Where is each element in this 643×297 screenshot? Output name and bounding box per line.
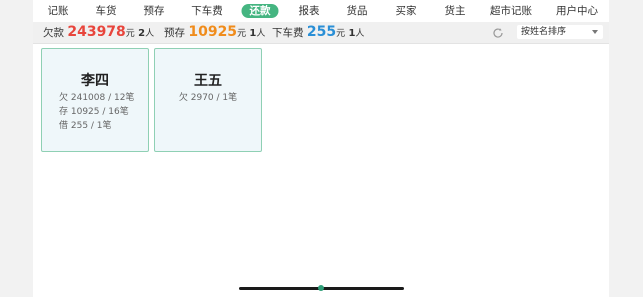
tab-huozhu[interactable]: 货主 <box>445 4 466 18</box>
refresh-icon[interactable] <box>492 27 504 39</box>
tab-jizhang[interactable]: 记账 <box>48 4 69 18</box>
debt-count-unit: 人 <box>145 29 155 39</box>
tab-chaoshi-jizhang[interactable]: 超市记账 <box>490 4 532 18</box>
loan-line: 借 255 / 1笔 <box>59 121 112 131</box>
unloading-fee-count-unit: 人 <box>355 29 365 39</box>
deposit-line: 存 10925 / 16笔 <box>59 107 129 117</box>
debt-label: 欠款 <box>43 27 64 39</box>
debt-line: 欠 241008 / 12笔 <box>59 93 135 103</box>
debt-line: 欠 2970 / 1笔 <box>178 93 238 103</box>
tab-huopin[interactable]: 货品 <box>347 4 368 18</box>
prepaid-summary: 预存 10925元 1人 <box>164 22 265 43</box>
unloading-fee-summary: 下车费 255元 1人 <box>272 22 364 43</box>
prepaid-count-unit: 人 <box>256 29 266 39</box>
sort-select[interactable]: 按姓名排序 <box>517 25 603 39</box>
customer-details: 欠 241008 / 12笔 存 10925 / 16笔 借 255 / 1笔 <box>59 91 134 133</box>
debt-value: 243978 <box>67 24 126 40</box>
app-screen: 记账 车货 预存 下车费 还款 报表 货品 买家 货主 超市记账 用户中心 欠款… <box>33 0 609 297</box>
debt-unit: 元 <box>125 29 135 39</box>
customer-name: 李四 <box>81 73 109 89</box>
unloading-fee-value: 255 <box>306 24 337 40</box>
debt-summary: 欠款 243978元 2人 <box>43 22 154 43</box>
tab-yonghu-zhongxin[interactable]: 用户中心 <box>556 4 598 18</box>
tab-xiachefei[interactable]: 下车费 <box>191 4 223 18</box>
unloading-fee-label: 下车费 <box>272 27 304 39</box>
prepaid-unit: 元 <box>237 29 247 39</box>
chevron-down-icon <box>592 30 598 34</box>
tab-yucun[interactable]: 预存 <box>144 4 165 18</box>
customer-details: 欠 2970 / 1笔 <box>155 91 261 105</box>
unloading-fee-unit: 元 <box>336 29 346 39</box>
tab-huankuan[interactable]: 还款 <box>241 4 279 18</box>
tab-maijia[interactable]: 买家 <box>396 4 417 18</box>
top-nav: 记账 车货 预存 下车费 还款 报表 货品 买家 货主 超市记账 用户中心 <box>33 0 609 22</box>
prepaid-value: 10925 <box>188 24 238 40</box>
sort-select-value: 按姓名排序 <box>521 27 567 37</box>
prepaid-label: 预存 <box>164 27 185 39</box>
customer-card-lisi[interactable]: 李四 欠 241008 / 12笔 存 10925 / 16笔 借 255 / … <box>41 48 149 152</box>
customer-name: 王五 <box>194 73 222 89</box>
home-indicator-dot <box>318 285 324 291</box>
tab-baobiao[interactable]: 报表 <box>299 4 320 18</box>
tab-chehuo[interactable]: 车货 <box>96 4 117 18</box>
customer-card-wangwu[interactable]: 王五 欠 2970 / 1笔 <box>154 48 262 152</box>
